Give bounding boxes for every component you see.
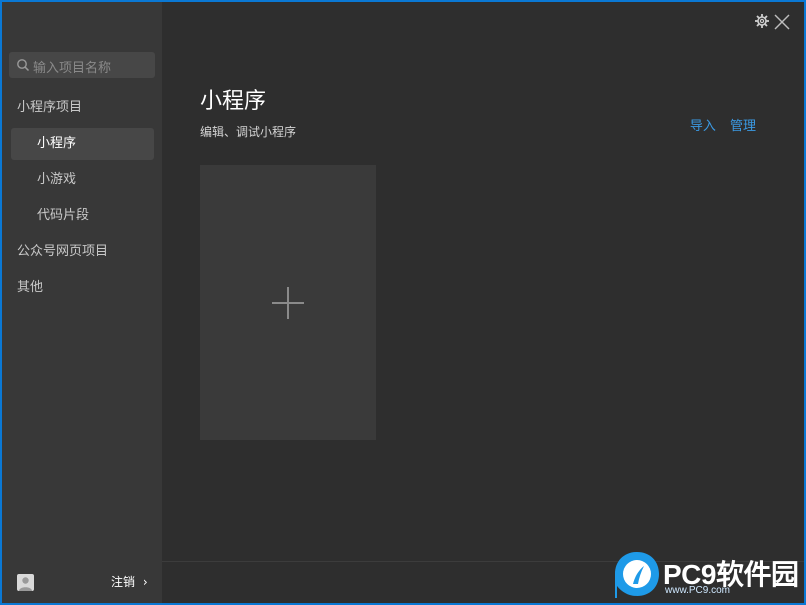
watermark: PC9软件园 www.PC9.com: [611, 549, 803, 601]
header-actions: 导入 管理: [680, 115, 756, 134]
import-link[interactable]: 导入: [690, 119, 716, 134]
sidebar-section-other[interactable]: 其他: [17, 278, 43, 298]
gear-icon[interactable]: [753, 12, 771, 30]
sidebar-item-minigame[interactable]: 小游戏: [37, 170, 76, 190]
page-subtitle: 编辑、调试小程序: [200, 125, 297, 139]
manage-link[interactable]: 管理: [730, 119, 756, 134]
logout-label: 注销: [111, 575, 136, 589]
logout-button[interactable]: 注销 ›: [111, 573, 148, 590]
watermark-logo: [615, 552, 659, 598]
app-window: 输入项目名称 小程序项目 小程序 小游戏 代码片段 公众号网页项目 其他 注销 …: [2, 2, 804, 603]
search-box[interactable]: 输入项目名称: [9, 52, 155, 78]
new-project-card[interactable]: [200, 165, 376, 440]
sidebar: 输入项目名称 小程序项目 小程序 小游戏 代码片段 公众号网页项目 其他 注销 …: [2, 2, 162, 603]
page-title: 小程序: [200, 89, 267, 114]
chevron-right-icon: ›: [142, 575, 148, 589]
user-area: 注销 ›: [2, 563, 162, 603]
user-avatar-icon[interactable]: [17, 574, 34, 591]
search-placeholder: 输入项目名称: [33, 61, 112, 76]
sidebar-item-code-snippets[interactable]: 代码片段: [37, 206, 89, 226]
sidebar-item-miniprogram[interactable]: 小程序: [37, 134, 76, 154]
sidebar-section-miniprogram-projects[interactable]: 小程序项目: [17, 98, 82, 118]
watermark-url: www.PC9.com: [665, 585, 731, 596]
plus-icon: [272, 287, 304, 319]
close-icon[interactable]: [772, 12, 792, 32]
search-icon: [17, 59, 30, 72]
main-panel: 小程序 编辑、调试小程序 导入 管理: [162, 2, 804, 603]
sidebar-section-official-account-web[interactable]: 公众号网页项目: [17, 242, 108, 262]
sidebar-active-highlight: [11, 128, 154, 160]
